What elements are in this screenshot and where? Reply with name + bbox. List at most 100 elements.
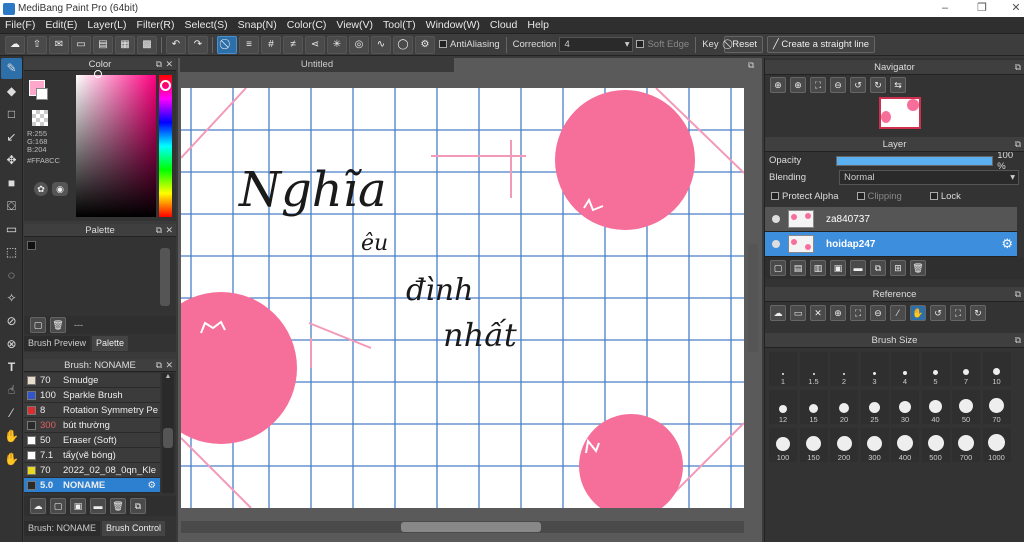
eyedropper-tool-icon[interactable]: ⁄ [1, 403, 22, 424]
curve-snap-icon[interactable]: ∿ [371, 35, 391, 54]
menu-layer[interactable]: Layer(L) [82, 19, 131, 31]
correction-select[interactable]: 4 ▾ [559, 37, 634, 52]
text-tool-icon[interactable]: T [1, 357, 22, 378]
pan-tool-icon[interactable]: ✋ [1, 426, 22, 447]
brush-size-option[interactable]: 4 [891, 352, 919, 386]
cloud-brush-icon[interactable]: ☁ [30, 498, 46, 514]
parallel-snap-icon[interactable]: ≡ [239, 35, 259, 54]
straight-line-button[interactable]: ╱ Create a straight line [767, 36, 876, 53]
eye-icon[interactable] [772, 215, 780, 223]
menu-color[interactable]: Color(C) [282, 19, 332, 31]
close-icon[interactable]: ✕ [165, 58, 173, 71]
brush-size-option[interactable]: 1 [769, 352, 797, 386]
close-button[interactable]: ✕ [996, 0, 1024, 17]
hue-slider[interactable] [159, 75, 172, 217]
export-icon[interactable]: ⇧ [27, 35, 47, 54]
zoom-in-icon[interactable]: ⊕ [790, 77, 806, 93]
zoom-in-icon[interactable]: ⊕ [830, 305, 846, 321]
rotate-right-icon[interactable]: ↻ [870, 77, 886, 93]
antialias-checkbox[interactable]: AntiAliasing [439, 39, 500, 50]
radial-snap-icon[interactable]: ✳ [327, 35, 347, 54]
layer-row-za840737[interactable]: za840737 [765, 207, 1017, 232]
duplicate-layer-icon[interactable]: ⧉ [870, 260, 886, 276]
blending-select[interactable]: Normal ▾ [839, 170, 1019, 185]
hand-icon[interactable]: ✋ [910, 305, 926, 321]
menu-tool[interactable]: Tool(T) [378, 19, 421, 31]
redo-icon[interactable]: ↷ [188, 35, 208, 54]
menu-view[interactable]: View(V) [331, 19, 378, 31]
hue-slider-handle[interactable] [160, 80, 171, 91]
zoom-in-icon[interactable]: ⊕ [770, 77, 786, 93]
settings-snap-icon[interactable]: ⚙ [415, 35, 435, 54]
navigator-preview[interactable] [879, 97, 921, 129]
cross-snap-icon[interactable]: ≠ [283, 35, 303, 54]
select-pen-tool-icon[interactable]: ⊘ [1, 311, 22, 332]
undo-icon[interactable]: ↶ [166, 35, 186, 54]
tab-palette[interactable]: Palette [92, 336, 129, 351]
color-wheel-icon[interactable]: ✿ [34, 182, 48, 196]
brush-size-option[interactable]: 20 [830, 390, 858, 424]
brush-item-smudge[interactable]: 70 Smudge [24, 373, 160, 388]
brush-size-option[interactable]: 25 [860, 390, 889, 424]
bucket-tool-icon[interactable]: ⛋ [1, 196, 22, 217]
brush-size-option[interactable]: 10 [982, 352, 1011, 386]
menu-filter[interactable]: Filter(R) [132, 19, 180, 31]
brush-size-option[interactable]: 12 [769, 390, 797, 424]
move-tool-icon[interactable]: ✥ [1, 150, 22, 171]
brush-tool-icon[interactable]: ✎ [1, 58, 22, 79]
saturation-value-picker[interactable] [76, 75, 156, 217]
brush-scrollbar[interactable] [163, 428, 173, 448]
menu-help[interactable]: Help [522, 19, 554, 31]
cloud-icon[interactable]: ☁ [770, 305, 786, 321]
comment-icon[interactable]: ✉ [49, 35, 69, 54]
minimize-button[interactable]: – [925, 0, 965, 17]
secondary-color-swatch[interactable] [36, 88, 48, 100]
snap-off-icon[interactable]: ⃠ [217, 35, 237, 54]
new-halftone-layer-icon[interactable]: ▤ [790, 260, 806, 276]
menu-edit[interactable]: Edit(E) [40, 19, 82, 31]
grid-icon[interactable]: ▩ [137, 35, 157, 54]
brush-type-icon[interactable]: ▣ [70, 498, 86, 514]
vanishing-snap-icon[interactable]: ⋖ [305, 35, 325, 54]
close-reference-icon[interactable]: ✕ [810, 305, 826, 321]
brush-size-option[interactable]: 400 [891, 428, 919, 462]
zoom-out-icon[interactable]: ⊖ [870, 305, 886, 321]
brush-size-option[interactable]: 100 [769, 428, 797, 462]
eyedropper-icon[interactable]: ⁄ [890, 305, 906, 321]
canvas-horizontal-scrollbar[interactable] [401, 522, 541, 532]
close-icon[interactable]: ✕ [165, 224, 173, 237]
select-tool-icon[interactable]: ⬚ [1, 242, 22, 263]
brush-size-option[interactable]: 30 [891, 390, 919, 424]
add-brush-icon[interactable]: ▢ [50, 498, 66, 514]
clipping-checkbox[interactable]: Clipping [856, 191, 902, 202]
tab-brush[interactable]: Brush: NONAME [24, 521, 101, 536]
menu-file[interactable]: File(F) [0, 19, 40, 31]
menu-window[interactable]: Window(W) [421, 19, 485, 31]
delete-layer-icon[interactable]: 🗑 [910, 260, 926, 276]
rotate-left-icon[interactable]: ↺ [850, 77, 866, 93]
folder-icon[interactable]: ▬ [90, 498, 106, 514]
brush-size-option[interactable]: 700 [952, 428, 980, 462]
brush-size-option[interactable]: 70 [982, 390, 1011, 424]
dot-tool-icon[interactable]: □ [1, 104, 22, 125]
protect-alpha-checkbox[interactable]: Protect Alpha [771, 191, 839, 202]
brush-item-but-thuong[interactable]: 300 bút thường [24, 418, 160, 433]
delete-brush-icon[interactable]: 🗑 [110, 498, 126, 514]
merge-layer-icon[interactable]: ⊞ [890, 260, 906, 276]
menu-snap[interactable]: Snap(N) [233, 19, 282, 31]
brush-size-option[interactable]: 40 [921, 390, 950, 424]
drawing-canvas[interactable]: Nghĩa êu đình nhất [181, 88, 744, 508]
opacity-slider[interactable] [836, 155, 994, 166]
delete-palette-icon[interactable]: 🗑 [50, 317, 66, 333]
popout-icon[interactable]: ⧉ [1015, 333, 1021, 348]
save-icon[interactable]: ▤ [93, 35, 113, 54]
popout-icon[interactable]: ⧉ [1015, 137, 1021, 152]
soft-edge-checkbox[interactable]: Soft Edge [636, 39, 689, 50]
brush-size-option[interactable]: 1000 [982, 428, 1011, 462]
brush-size-option[interactable]: 5 [921, 352, 950, 386]
gear-icon[interactable]: ⚙ [1001, 236, 1013, 252]
gradient-tool-icon[interactable]: ▭ [1, 219, 22, 240]
zoom-out-icon[interactable]: ⊖ [830, 77, 846, 93]
brush-size-option[interactable]: 15 [799, 390, 828, 424]
fill-rect-tool-icon[interactable]: ■ [1, 173, 22, 194]
